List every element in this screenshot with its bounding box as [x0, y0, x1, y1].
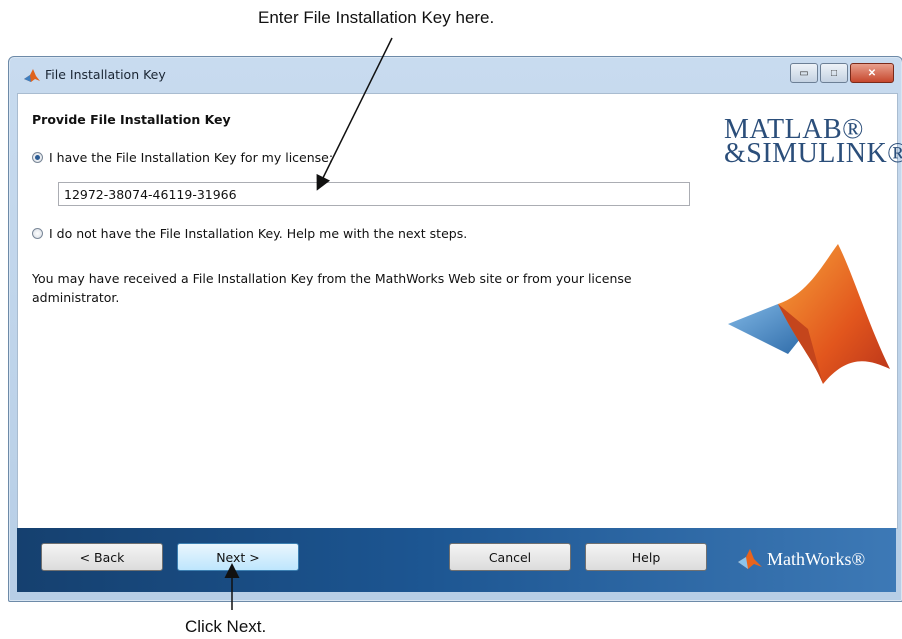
mathworks-logo-text: MathWorks® — [767, 548, 866, 569]
annotation-enter-key: Enter File Installation Key here. — [258, 8, 495, 27]
installer-window: File Installation Key ▭ □ ✕ Provide File… — [8, 56, 902, 602]
title-bar: File Installation Key ▭ □ ✕ — [9, 57, 902, 93]
help-button[interactable]: Help — [585, 543, 707, 571]
content-panel: Provide File Installation Key I have the… — [17, 93, 902, 529]
matlab-membrane-icon — [728, 244, 890, 384]
page-heading: Provide File Installation Key — [32, 112, 231, 127]
minimize-button[interactable]: ▭ — [790, 63, 818, 83]
mathworks-logo: MathWorks® — [737, 548, 865, 570]
radio-have-key[interactable] — [32, 152, 43, 163]
close-button[interactable]: ✕ — [850, 63, 894, 83]
logo-simulink: &SIMULINK® — [724, 138, 902, 169]
radio-have-key-label: I have the File Installation Key for my … — [49, 150, 334, 165]
matlab-icon — [24, 69, 40, 82]
next-button[interactable]: Next > — [177, 543, 299, 571]
cancel-button[interactable]: Cancel — [449, 543, 571, 571]
info-text: You may have received a File Installatio… — [32, 271, 632, 305]
matlab-simulink-logo: MATLAB® &SIMULINK® — [724, 114, 902, 170]
radio-no-key-row[interactable]: I do not have the File Installation Key.… — [32, 226, 467, 241]
radio-no-key-label: I do not have the File Installation Key.… — [49, 226, 468, 241]
window-title: File Installation Key — [45, 67, 166, 82]
file-installation-key-input[interactable] — [58, 182, 690, 206]
radio-no-key[interactable] — [32, 228, 43, 239]
button-bar: < Back Next > Cancel Help MathWorks® — [17, 528, 896, 592]
mathworks-icon — [738, 549, 762, 569]
window-controls: ▭ □ ✕ — [788, 63, 894, 83]
back-button[interactable]: < Back — [41, 543, 163, 571]
maximize-button[interactable]: □ — [820, 63, 848, 83]
radio-have-key-row[interactable]: I have the File Installation Key for my … — [32, 150, 333, 165]
annotation-click-next: Click Next. — [185, 617, 267, 636]
